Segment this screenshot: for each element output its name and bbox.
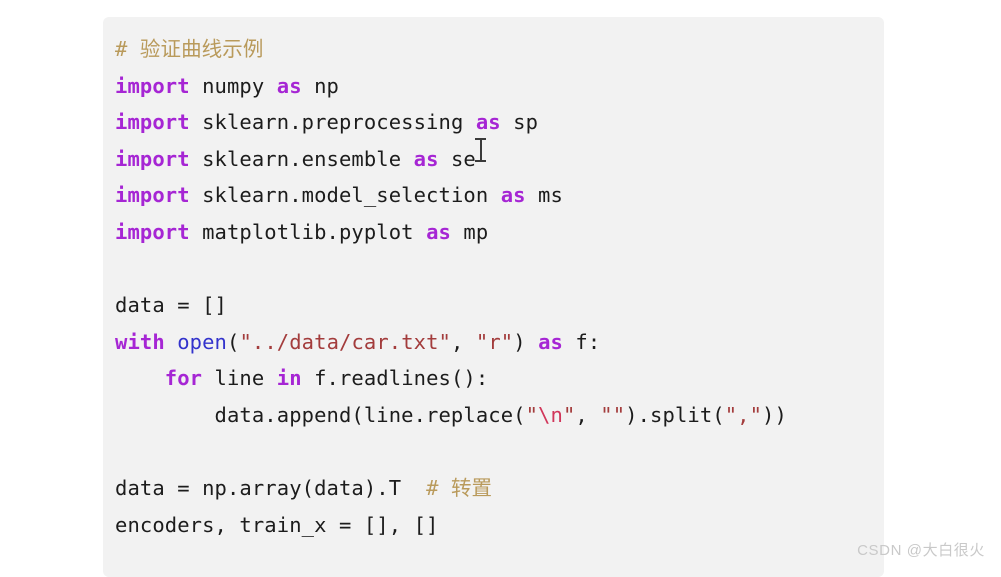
code-token-plain: f.readlines(): — [301, 366, 489, 391]
code-line: import sklearn.model_selection as ms — [115, 177, 872, 214]
code-token-plain: data = [] — [115, 293, 227, 318]
code-token-keyword: import — [115, 146, 190, 171]
code-token-keyword: import — [115, 219, 190, 244]
code-line: encoders, train_x = [], [] — [115, 507, 872, 544]
code-line: data = np.array(data).T # 转置 — [115, 470, 872, 507]
code-token-string: "," — [724, 402, 763, 427]
code-token-plain: np — [301, 73, 339, 98]
code-line: import sklearn.ensemble as se — [115, 141, 872, 178]
code-token-keyword: for — [164, 366, 203, 391]
code-token-plain: ( — [227, 329, 240, 354]
code-token-string: "" — [600, 402, 626, 427]
code-token-plain: ).split( — [625, 402, 725, 427]
code-block[interactable]: # 验证曲线示例 import numpy as np import sklearn… — [103, 17, 884, 577]
code-token-plain: sklearn.model_selection — [189, 183, 501, 208]
code-token-plain: , — [450, 329, 476, 354]
code-token-keyword: as — [500, 183, 526, 208]
code-token-plain: f: — [562, 329, 601, 354]
code-token-plain: , — [575, 402, 601, 427]
code-token-keyword: import — [115, 73, 190, 98]
code-token-keyword: as — [276, 73, 302, 98]
csdn-watermark: CSDN @大白很火 — [857, 542, 985, 559]
code-token-keyword: as — [413, 146, 439, 171]
code-token-keyword: as — [426, 219, 451, 244]
code-token-keyword: import — [115, 110, 190, 135]
code-token-keyword: as — [475, 110, 501, 135]
code-token-plain: matplotlib.pyplot — [189, 219, 427, 244]
code-token-string: " — [562, 402, 576, 427]
code-token-comment: # 验证曲线示例 — [115, 37, 264, 61]
code-token-plain: sp — [500, 110, 539, 135]
code-line: import numpy as np — [115, 68, 872, 105]
code-line: for line in f.readlines(): — [115, 360, 872, 397]
code-line: import sklearn.preprocessing as sp — [115, 104, 872, 141]
code-token-plain: data.append(line.replace( — [115, 402, 526, 427]
code-token-plain: sklearn.ensemble — [189, 146, 414, 171]
code-token-plain: )) — [762, 402, 787, 427]
code-token-builtin: open — [177, 329, 228, 354]
code-token-escape: \n — [538, 402, 563, 427]
code-line: import matplotlib.pyplot as mp — [115, 214, 872, 251]
code-token-keyword: with — [115, 329, 165, 354]
code-token-plain: mp — [450, 219, 489, 244]
code-line: data.append(line.replace("\n", "").split… — [115, 397, 872, 434]
code-token-string: "../data/car.txt" — [239, 329, 451, 354]
code-token-plain: line — [202, 366, 277, 391]
code-token-plain: ms — [525, 183, 563, 208]
code-line: # 验证曲线示例 — [115, 31, 872, 68]
code-line: data = [] — [115, 287, 872, 324]
code-token-keyword: import — [115, 183, 190, 208]
code-token-string: "r" — [475, 329, 514, 354]
code-token-plain: encoders, train_x = [], [] — [115, 512, 439, 537]
code-listing[interactable]: # 验证曲线示例 import numpy as np import sklearn… — [103, 31, 884, 543]
code-token-plain: ) — [513, 329, 539, 354]
code-token-plain: se — [438, 146, 476, 171]
code-token-keyword: as — [538, 329, 563, 354]
code-token-plain: data = np.array(data).T — [115, 476, 427, 501]
code-token-plain: sklearn.preprocessing — [189, 110, 476, 135]
code-line: with open("../data/car.txt", "r") as f: — [115, 324, 872, 361]
code-token-plain: numpy — [189, 73, 277, 98]
code-token-string: " — [525, 402, 539, 427]
code-token-keyword: in — [276, 366, 302, 391]
code-token-comment: # 转置 — [426, 476, 493, 501]
